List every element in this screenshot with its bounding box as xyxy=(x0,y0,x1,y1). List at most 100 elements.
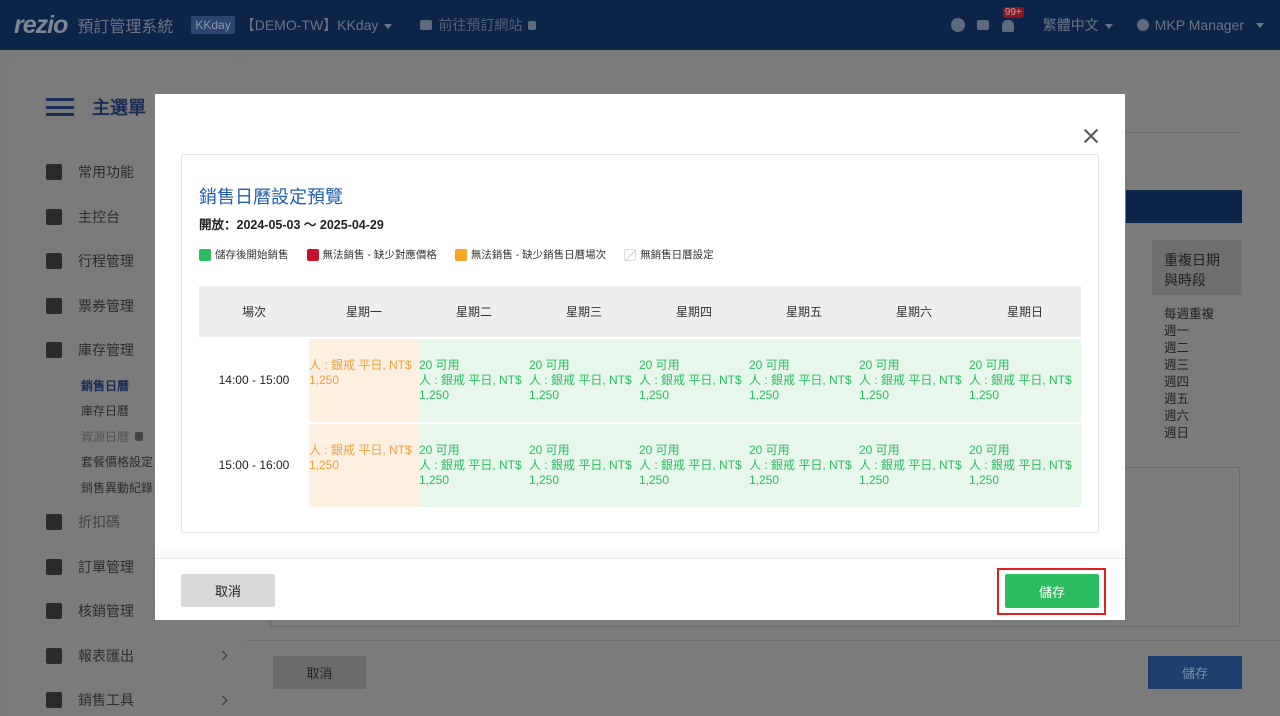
tenant-selector[interactable]: 【DEMO-TW】KKday xyxy=(241,15,393,35)
cell-availability: 20 可用 xyxy=(639,358,680,372)
table-row: 15:00 - 16:00 人 : 銀戒 平日, NT$ 1,250 20 可用… xyxy=(199,422,1081,507)
rezio-logo[interactable]: rezio xyxy=(14,11,68,40)
tag-icon xyxy=(46,514,62,531)
notification-count-badge: 99+ xyxy=(1002,7,1024,18)
column-header: 星期日 xyxy=(969,286,1081,337)
calendar-cell-available: 20 可用人 : 銀戒 平日, NT$ 1,250 xyxy=(969,422,1081,507)
repeat-day: 週二 xyxy=(1164,341,1190,355)
repeat-day: 週三 xyxy=(1164,358,1190,372)
repeat-day: 週五 xyxy=(1164,392,1190,406)
empty-swatch-icon xyxy=(624,248,637,261)
goto-booking-site-link[interactable]: 前往預訂網站 xyxy=(420,15,537,35)
close-icon[interactable] xyxy=(1083,128,1099,144)
tenant-badge: KKday xyxy=(191,16,235,34)
legend-label: 儲存後開始銷售 xyxy=(215,249,289,261)
column-header: 星期二 xyxy=(419,286,529,337)
cell-availability: 20 可用 xyxy=(749,443,790,457)
calendar-cell-available: 20 可用人 : 銀戒 平日, NT$ 1,250 xyxy=(859,337,969,422)
session-time: 14:00 - 15:00 xyxy=(199,337,309,422)
legend-item: 儲存後開始銷售 xyxy=(199,247,289,262)
lock-icon xyxy=(528,20,537,30)
repeat-day: 週六 xyxy=(1164,409,1190,423)
legend-item: 無銷售日曆設定 xyxy=(624,247,714,262)
chevron-down-icon xyxy=(384,23,393,29)
help-icon[interactable] xyxy=(950,18,965,32)
notification-button[interactable]: 99+ xyxy=(1001,7,1024,32)
repeat-schedule-list: 每週重複 週一 週二 週三 週四 週五 週六 週日 xyxy=(1164,306,1214,442)
sidebar-item-report-export[interactable]: 報表匯出 xyxy=(46,634,228,679)
column-header: 星期一 xyxy=(309,286,419,337)
background-cancel-button[interactable]: 取消 xyxy=(273,656,366,689)
cell-price: 人 : 銀戒 平日, NT$ 1,250 xyxy=(639,458,742,487)
calendar-cell-available: 20 可用人 : 銀戒 平日, NT$ 1,250 xyxy=(419,422,529,507)
red-swatch-icon xyxy=(306,248,319,261)
user-menu[interactable]: MKP Manager xyxy=(1136,17,1264,33)
save-button[interactable]: 儲存 xyxy=(1005,574,1099,608)
language-label: 繁體中文 xyxy=(1042,17,1099,33)
repeat-date-column-header: 重複日期與時段 xyxy=(1152,240,1242,295)
green-swatch-icon xyxy=(199,248,211,261)
chevron-right-icon xyxy=(217,695,228,706)
sidebar-item-label: 主控台 xyxy=(78,208,120,225)
background-save-button[interactable]: 儲存 xyxy=(1148,656,1242,689)
calendar-preview-table: 場次 星期一 星期二 星期三 星期四 星期五 星期六 星期日 14:00 - 1… xyxy=(199,286,1081,507)
calendar-cell-available: 20 可用人 : 銀戒 平日, NT$ 1,250 xyxy=(529,337,639,422)
column-header: 星期六 xyxy=(859,286,969,337)
cell-price: 人 : 銀戒 平日, NT$ 1,250 xyxy=(419,373,522,402)
tenant-name: 【DEMO-TW】KKday xyxy=(240,17,379,33)
cell-availability: 20 可用 xyxy=(529,443,570,457)
sidebar-item-label: 常用功能 xyxy=(78,164,134,181)
sidebar-item-label: 庫存管理 xyxy=(78,342,134,359)
sidebar-item-label: 票券管理 xyxy=(78,297,134,314)
main-menu-header[interactable]: 主選單 xyxy=(46,94,146,120)
system-name: 預訂管理系統 xyxy=(77,19,174,36)
save-button-highlight: 儲存 xyxy=(997,568,1106,615)
cell-availability: 20 可用 xyxy=(859,358,900,372)
hamburger-icon[interactable] xyxy=(46,98,74,116)
cancel-button[interactable]: 取消 xyxy=(181,574,275,607)
legend-label: 無法銷售 - 缺少對應價格 xyxy=(322,249,437,261)
modal-footer: 取消 儲存 xyxy=(155,558,1125,620)
column-header: 場次 xyxy=(199,286,309,337)
top-navigation-bar: rezio 預訂管理系統 KKday 【DEMO-TW】KKday 前往預訂網站… xyxy=(0,0,1280,50)
table-row: 14:00 - 15:00 人 : 銀戒 平日, NT$ 1,250 20 可用… xyxy=(199,337,1081,422)
message-icon[interactable] xyxy=(976,20,989,30)
cell-price: 人 : 銀戒 平日, NT$ 1,250 xyxy=(639,373,742,402)
calendar-cell-available: 20 可用人 : 銀戒 平日, NT$ 1,250 xyxy=(969,337,1081,422)
legend-label: 無法銷售 - 缺少銷售日曆場次 xyxy=(470,249,607,261)
ticket-icon xyxy=(46,297,62,314)
cell-availability: 20 可用 xyxy=(969,443,1010,457)
legend-item: 無法銷售 - 缺少對應價格 xyxy=(306,247,437,262)
cell-availability: 20 可用 xyxy=(859,443,900,457)
sidebar-item-label: 訂單管理 xyxy=(78,558,134,575)
cell-price: 人 : 銀戒 平日, NT$ 1,250 xyxy=(309,358,412,387)
folder-star-icon xyxy=(46,253,62,270)
sales-calendar-preview-modal: 銷售日曆設定預覽 開放：2024-05-03 ～ 2025-04-29 儲存後開… xyxy=(155,94,1125,620)
cell-price: 人 : 銀戒 平日, NT$ 1,250 xyxy=(859,373,962,402)
repeat-day: 週一 xyxy=(1164,324,1190,338)
legend-label: 無銷售日曆設定 xyxy=(640,249,714,261)
chevron-down-icon xyxy=(1256,22,1264,28)
sidebar-item-sales-tools[interactable]: 銷售工具 xyxy=(46,678,228,716)
dashboard-icon xyxy=(46,208,62,225)
cell-availability: 20 可用 xyxy=(639,443,680,457)
cell-price: 人 : 銀戒 平日, NT$ 1,250 xyxy=(309,443,412,472)
table-header-row: 場次 星期一 星期二 星期三 星期四 星期五 星期六 星期日 xyxy=(199,286,1081,337)
cell-availability: 20 可用 xyxy=(969,358,1010,372)
calendar-icon xyxy=(46,342,62,359)
language-selector[interactable]: 繁體中文 xyxy=(1043,15,1113,35)
cell-price: 人 : 銀戒 平日, NT$ 1,250 xyxy=(749,458,852,487)
cell-availability: 20 可用 xyxy=(419,443,460,457)
calendar-cell-unavailable: 人 : 銀戒 平日, NT$ 1,250 xyxy=(309,337,419,422)
column-header: 星期三 xyxy=(529,286,639,337)
document-icon xyxy=(46,558,62,575)
cell-price: 人 : 銀戒 平日, NT$ 1,250 xyxy=(969,373,1072,402)
cell-price: 人 : 銀戒 平日, NT$ 1,250 xyxy=(419,458,522,487)
download-icon xyxy=(46,647,62,664)
calendar-cell-available: 20 可用人 : 銀戒 平日, NT$ 1,250 xyxy=(529,422,639,507)
column-header: 星期四 xyxy=(639,286,749,337)
chevron-down-icon xyxy=(1104,23,1113,29)
calendar-cell-available: 20 可用人 : 銀戒 平日, NT$ 1,250 xyxy=(749,422,859,507)
calendar-cell-available: 20 可用人 : 銀戒 平日, NT$ 1,250 xyxy=(639,337,749,422)
bell-icon xyxy=(1001,20,1014,32)
